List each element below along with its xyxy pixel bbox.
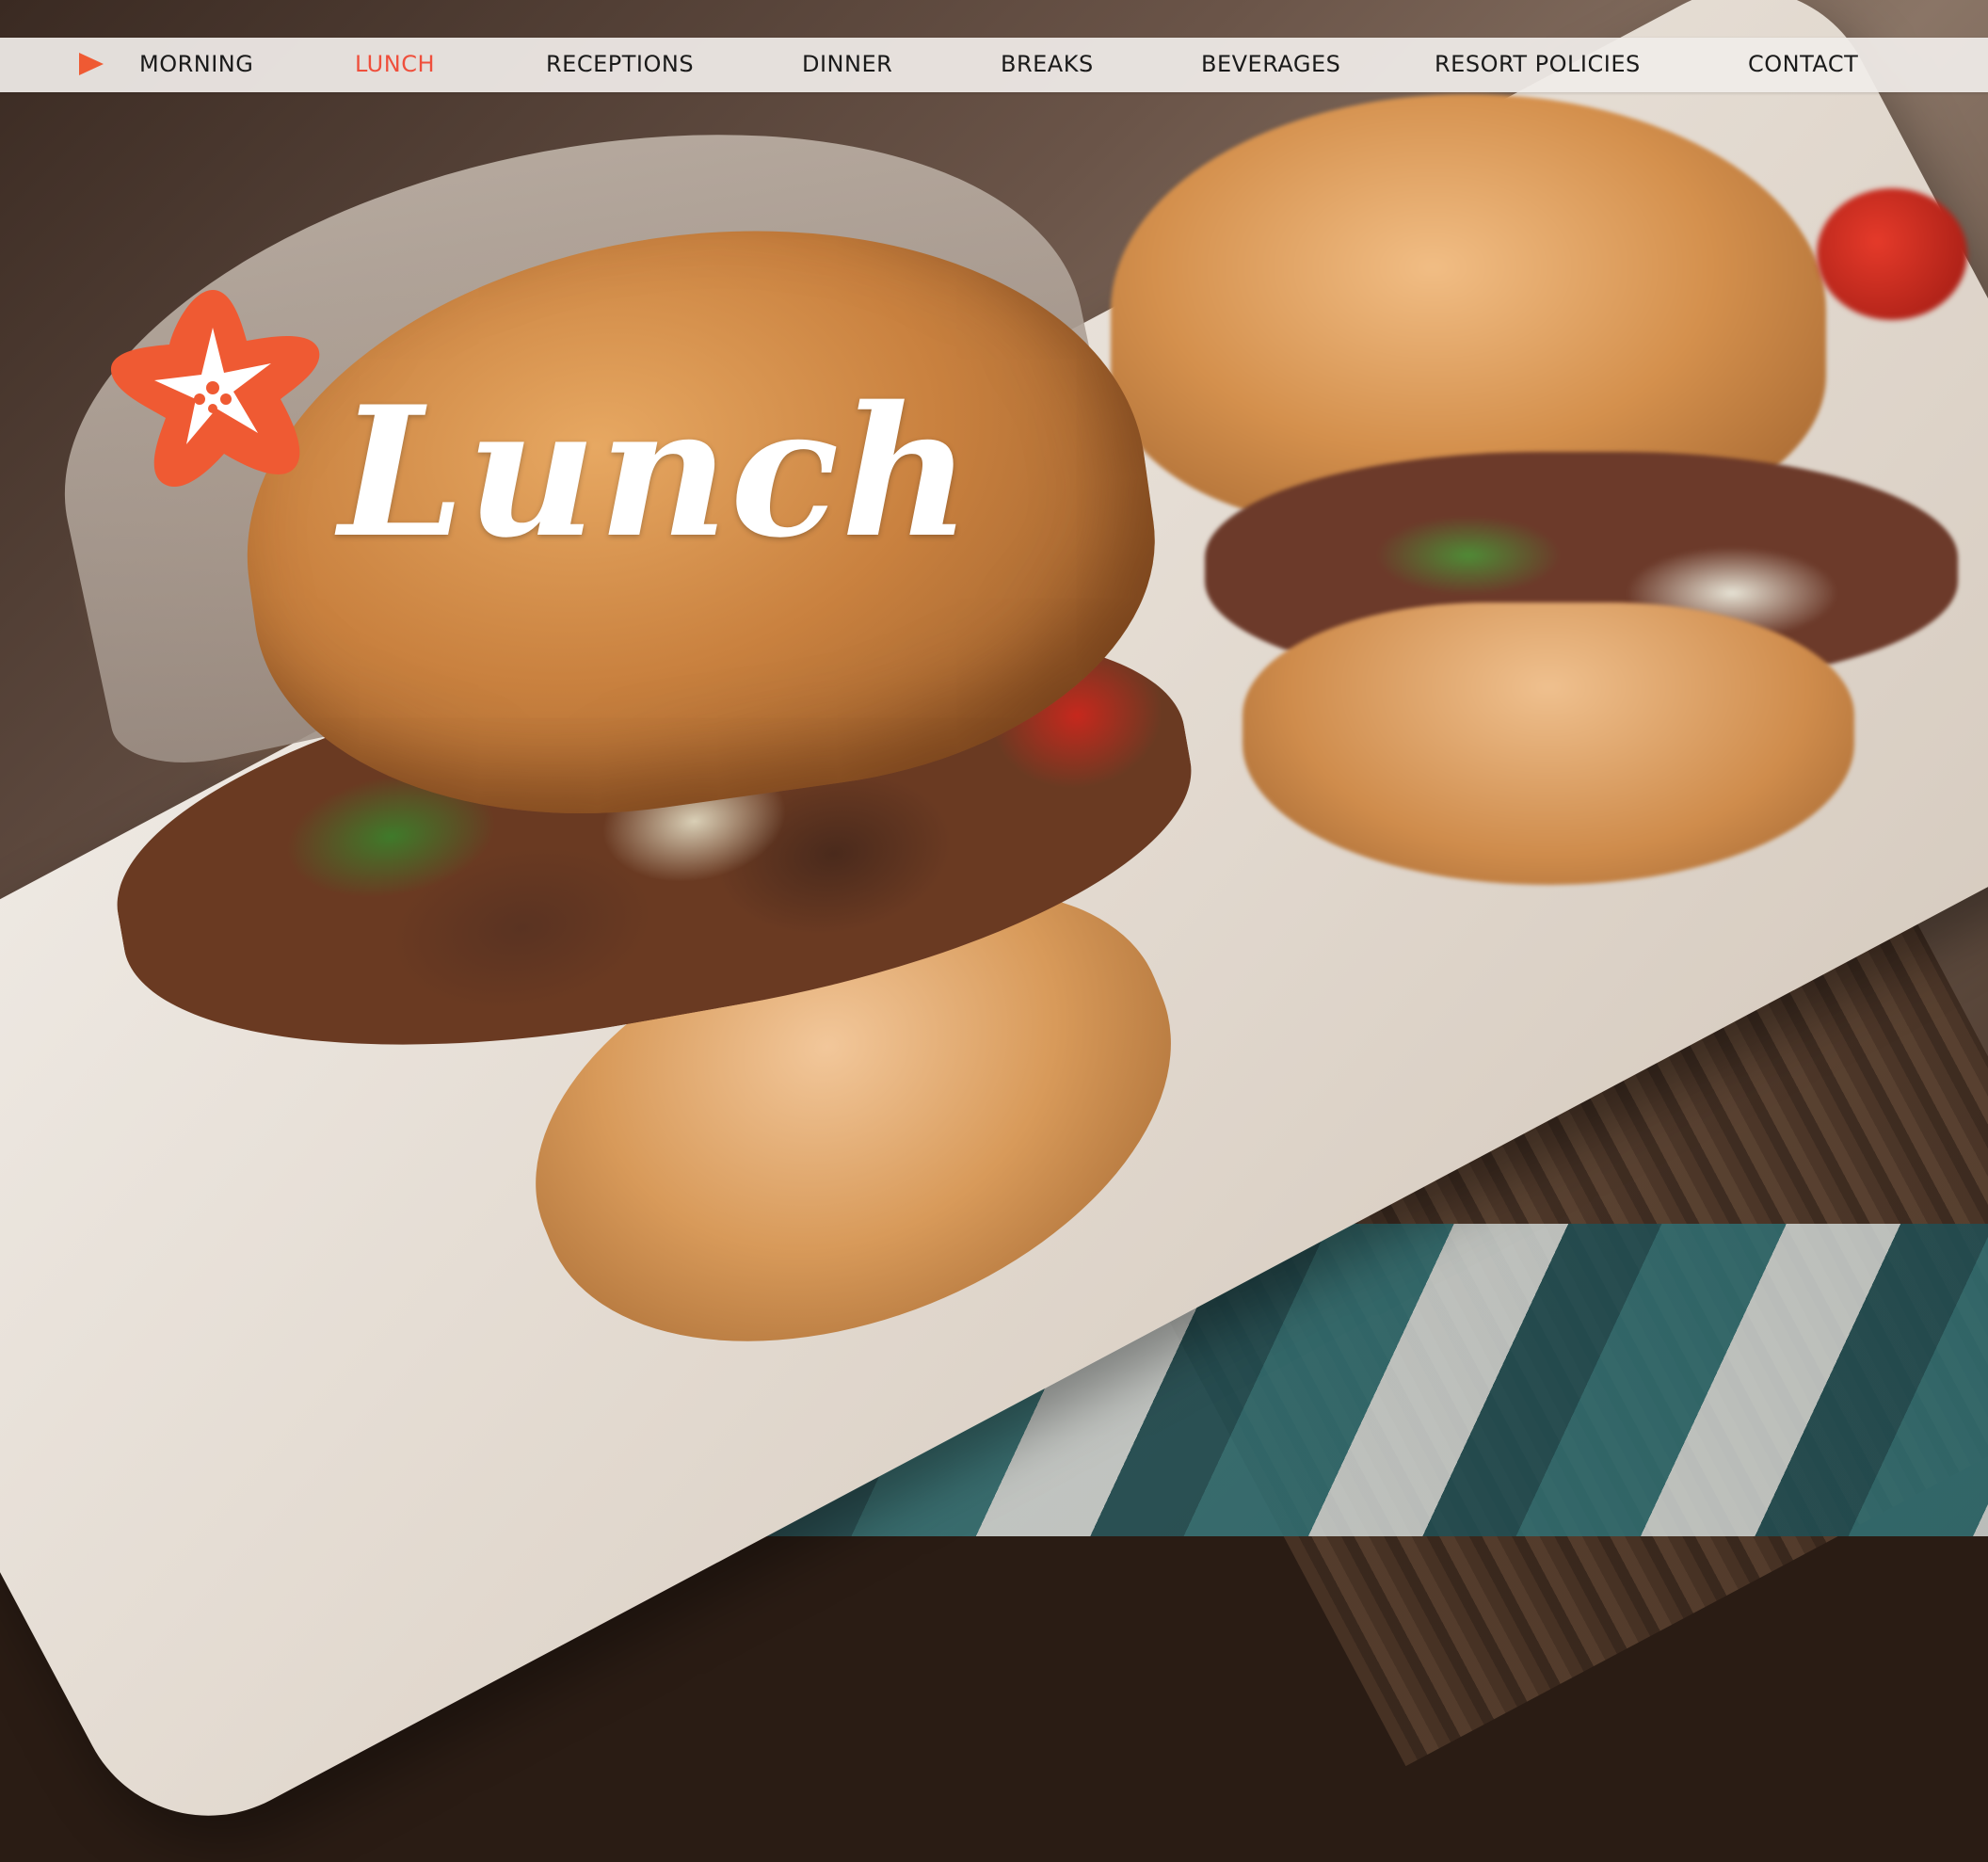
hero-image bbox=[0, 0, 1988, 1862]
red-pepper bbox=[1817, 188, 1967, 320]
back-sandwich-bottom bbox=[1242, 602, 1854, 885]
page-title: Lunch bbox=[339, 367, 973, 578]
top-navigation-bar bbox=[0, 38, 1988, 92]
nav-item-receptions[interactable]: RECEPTIONS bbox=[546, 51, 694, 77]
nav-item-beverages[interactable]: BEVERAGES bbox=[1201, 51, 1340, 77]
nav-item-dinner[interactable]: DINNER bbox=[802, 51, 892, 77]
nav-item-morning[interactable]: MORNING bbox=[139, 51, 253, 77]
nav-item-breaks[interactable]: BREAKS bbox=[1001, 51, 1094, 77]
play-triangle-icon bbox=[79, 53, 104, 75]
starfish-icon bbox=[100, 282, 326, 499]
nav-item-contact[interactable]: CONTACT bbox=[1748, 51, 1858, 77]
nav-item-resort-policies[interactable]: RESORT POLICIES bbox=[1435, 51, 1641, 77]
nav-item-lunch[interactable]: LUNCH bbox=[355, 51, 435, 77]
